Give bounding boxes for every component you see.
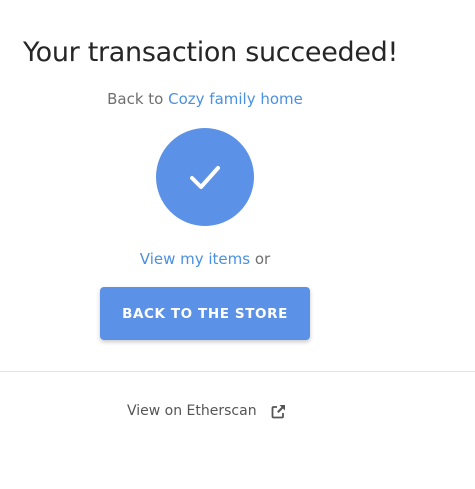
view-on-etherscan-link[interactable]: View on Etherscan xyxy=(127,403,286,419)
divider xyxy=(0,371,475,372)
success-badge xyxy=(156,128,254,226)
back-to-line: Back to Cozy family home xyxy=(0,90,410,108)
view-items-suffix: or xyxy=(250,250,271,268)
page-title: Your transaction succeeded! xyxy=(23,37,399,68)
back-to-home-link[interactable]: Cozy family home xyxy=(168,90,303,108)
back-to-prefix: Back to xyxy=(107,90,169,108)
external-link-icon xyxy=(271,404,286,419)
back-to-store-button[interactable]: BACK TO THE STORE xyxy=(100,287,310,340)
view-items-line: View my items or xyxy=(0,250,410,268)
view-items-link[interactable]: View my items xyxy=(140,250,250,268)
etherscan-label: View on Etherscan xyxy=(127,403,257,419)
checkmark-icon xyxy=(190,166,220,189)
